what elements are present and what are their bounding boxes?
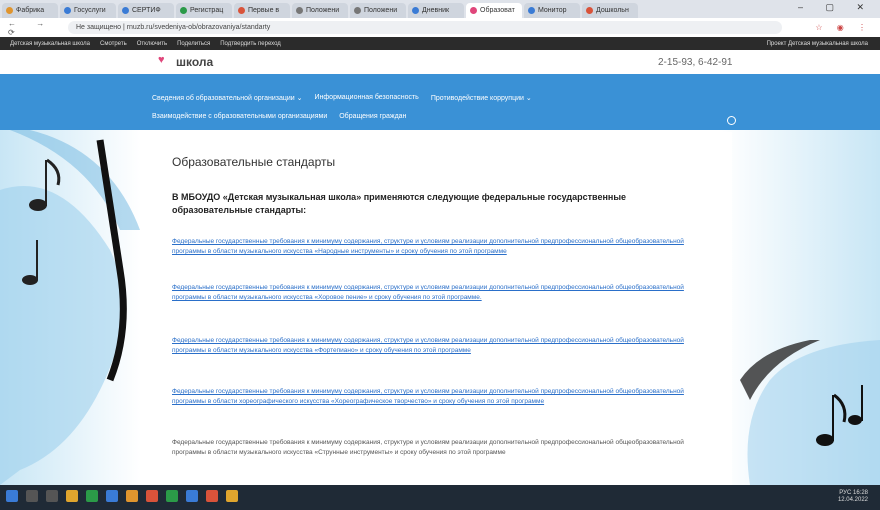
taskbar-lang: РУС [839,490,852,496]
taskbar-clock[interactable]: РУС 16:28 12.04.2022 [838,490,868,504]
content-panel [152,132,732,485]
page-title: Образовательные стандарты [172,155,336,169]
window-controls[interactable]: – ▢ ✕ [798,2,874,13]
task-view-icon[interactable] [46,490,58,502]
tab-favicon-icon [64,7,71,14]
standard-text-string-instruments: Федеральные государственные требования к… [172,439,684,456]
browser-tab[interactable]: Дневник [408,3,464,18]
site-logo-text[interactable]: школа [176,55,213,69]
url-text: Не защищено | rnuzb.ru/svedeniya-ob/obra… [76,24,271,31]
tab-favicon-icon [528,7,535,14]
nav-item-svedeniya[interactable]: Сведения об образовательной организации … [152,94,303,102]
browser-tab-strip: Фабрика Госуслуги СЕРТИФ Регистрац Первые в П… [0,0,880,18]
tab-label: Госуслуги [74,7,106,14]
standard-link-choral-singing[interactable]: Федеральные государственные требования к… [172,283,707,303]
clock-time: 16:28 [852,490,868,496]
site-header [0,50,880,74]
search-taskbar-icon[interactable] [26,490,38,502]
app-icon[interactable] [146,490,158,502]
app-icon[interactable] [186,490,198,502]
tab-favicon-icon [470,7,477,14]
bookmark-item[interactable]: Отключить [137,41,167,47]
tab-favicon-icon [238,7,245,14]
browser-tab[interactable]: Регистрац [176,3,232,18]
bookmark-item[interactable]: Поделиться [177,41,210,47]
tab-label: Фабрика [16,7,45,14]
app-icon[interactable] [86,490,98,502]
page-intro: В МБОУДО «Детская музыкальная школа» при… [172,192,627,215]
address-bar: ← → ⟳ Не защищено | rnuzb.ru/svedeniya-o… [0,18,880,38]
tab-favicon-icon [180,7,187,14]
browser-tab[interactable]: Положени [292,3,348,18]
site-nav-bar [0,74,880,130]
standard-link-piano[interactable]: Федеральные государственные требования к… [172,336,707,356]
browser-tab[interactable]: СЕРТИФ [118,3,174,18]
bookmark-right-label[interactable]: Проект Детская музыкальная школа [767,41,868,47]
browser-tab[interactable]: Образоват [466,3,522,18]
start-icon[interactable] [6,490,18,502]
browser-tab[interactable]: Монитор [524,3,580,18]
explorer-icon[interactable] [66,490,78,502]
tab-favicon-icon [586,7,593,14]
browser-toolbar-icons[interactable]: ☆ ◉ ⋮ [782,23,880,32]
nav-item-cooperation[interactable]: Взаимодействие с образовательными органи… [152,113,327,120]
tab-label: Дневник [422,7,450,14]
music-notes-decoration-left [0,130,140,485]
browser-tab[interactable]: Первые в [234,3,290,18]
logo-heart-icon: ♥ [158,54,165,66]
app-icon[interactable] [206,490,218,502]
word-icon[interactable] [106,490,118,502]
site-phone: 2-15-93, 6-42-91 [658,57,733,68]
tab-favicon-icon [354,7,361,14]
browser-tab[interactable]: Положени [350,3,406,18]
tab-favicon-icon [296,7,303,14]
tab-label: Первые в [248,7,280,14]
app-icon[interactable] [226,490,238,502]
nav-item-appeals[interactable]: Обращения граждан [339,113,406,120]
bookmark-item[interactable]: Детская музыкальная школа [10,41,90,47]
excel-icon[interactable] [166,490,178,502]
tab-favicon-icon [6,7,13,14]
url-field[interactable]: Не защищено | rnuzb.ru/svedeniya-ob/obra… [68,21,782,34]
search-icon[interactable] [727,116,736,125]
browser-tab[interactable]: Госуслуги [60,3,116,18]
site-nav-row-2: Взаимодействие с образовательными органи… [152,113,418,120]
tab-label: Дошкольн [596,7,629,14]
tab-label: Образоват [480,7,515,14]
bookmark-item[interactable]: Смотреть [100,41,127,47]
site-nav-row-1: Сведения об образовательной организации … [152,94,544,102]
tab-favicon-icon [122,7,129,14]
tab-label: Положени [306,7,340,14]
tab-favicon-icon [412,7,419,14]
browser-tab[interactable]: Дошкольн [582,3,638,18]
standard-link-choreography[interactable]: Федеральные государственные требования к… [172,387,707,407]
tab-label: СЕРТИФ [132,7,161,14]
nav-buttons[interactable]: ← → ⟳ [0,19,68,37]
standard-link-folk-instruments[interactable]: Федеральные государственные требования к… [172,237,707,257]
nav-item-security[interactable]: Информационная безопасность [315,94,419,102]
tab-label: Положени [364,7,398,14]
browser-tab[interactable]: Фабрика [2,3,58,18]
music-notes-decoration-right [740,340,880,485]
tab-label: Регистрац [190,7,224,14]
clock-date: 12.04.2022 [837,497,868,503]
tab-label: Монитор [538,7,567,14]
bookmark-item[interactable]: Подтвердить переход [220,41,281,47]
bookmarks-bar: Детская музыкальная школа Смотреть Отклю… [0,37,880,50]
chrome-icon[interactable] [126,490,138,502]
nav-item-anticorruption[interactable]: Противодействие коррупции ⌄ [431,94,532,102]
